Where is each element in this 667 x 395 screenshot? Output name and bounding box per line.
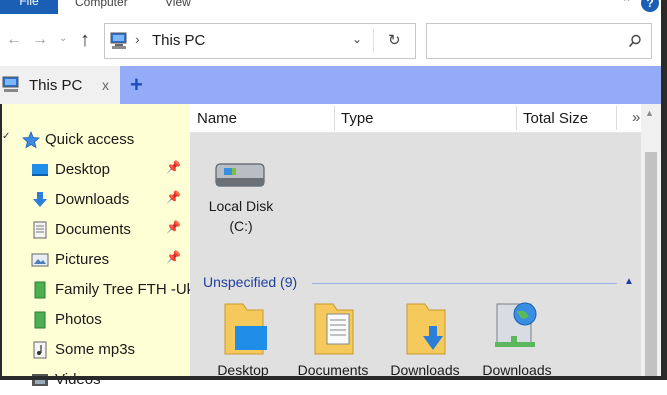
hard-drive-icon [215,163,265,187]
sidebar-item-label: Pictures [55,251,110,268]
column-divider[interactable] [334,106,335,130]
column-header-type[interactable]: Type [341,110,374,127]
sidebar-item-desktop[interactable]: Desktop 📌 [0,155,190,185]
group-header-unspecified[interactable]: Unspecified (9) [203,274,297,290]
sidebar-item-pictures[interactable]: Pictures 📌 [0,245,190,275]
sidebar-item-quick-access[interactable]: ✓ Quick access [0,125,190,155]
drive-label: Local Disk [208,198,274,214]
this-pc-icon [110,32,127,49]
sidebar-item-documents[interactable]: Documents 📌 [0,215,190,245]
pin-icon[interactable]: 📌 [166,190,181,204]
folder-item-downloads[interactable]: Downloads [387,298,463,378]
new-tab-button[interactable]: + [130,72,143,98]
network-folder-icon [495,302,537,347]
pin-icon[interactable]: 📌 [166,160,181,174]
group-divider [312,283,617,284]
ribbon-collapse-icon[interactable]: ⌃ [622,0,631,9]
breadcrumb-separator[interactable]: › [135,31,140,47]
search-input[interactable] [426,23,652,59]
pictures-icon [31,253,49,267]
refresh-icon[interactable]: ↻ [388,31,401,49]
green-folder-icon [34,311,46,329]
sidebar-item-photos[interactable]: Photos [0,305,190,335]
pin-icon[interactable]: 📌 [166,250,181,264]
sidebar-item-family-tree[interactable]: Family Tree FTH -Uk [0,275,194,305]
sidebar-item-label: Downloads [55,191,130,208]
downloads-arrow-icon [33,192,47,207]
sidebar-item-label: Some mp3s [55,341,136,358]
scrollbar-thumb[interactable] [645,152,657,376]
address-divider [373,29,374,53]
green-folder-icon [34,281,46,299]
column-header-row: Name Type Total Size » [190,104,641,133]
sidebar-item-label: Family Tree FTH -Uk [55,281,195,298]
address-bar[interactable]: › This PC ⌄ ↻ [104,23,416,59]
sidebar-item-label: Photos [55,311,102,328]
ribbon-tab-file[interactable]: File [0,0,58,14]
ribbon-tab-computer[interactable]: Computer [75,0,128,9]
tab-title: This PC [29,77,83,94]
sidebar-item-videos[interactable]: Videos [0,365,190,395]
search-icon [628,34,641,48]
pin-icon[interactable]: 📌 [166,220,181,234]
documents-icon [33,221,47,239]
sidebar-item-label: Quick access [45,131,135,148]
column-header-name[interactable]: Name [197,110,237,127]
tab-this-pc[interactable]: This PC x [0,66,120,104]
this-pc-icon [2,76,19,92]
scroll-up-icon[interactable]: ▲ [645,108,654,118]
column-divider[interactable] [616,106,617,130]
drive-letter: (C:) [229,218,253,234]
music-icon [33,341,47,359]
up-icon[interactable]: ↑ [80,29,90,52]
tab-close-icon[interactable]: x [102,77,109,93]
videos-icon [32,374,48,386]
folder-item-documents[interactable]: Documents [295,298,371,378]
ribbon-tab-view[interactable]: View [165,0,191,9]
forward-icon[interactable]: → [32,31,48,49]
window-border-bottom [0,376,667,380]
sidebar-item-label: Desktop [55,161,111,178]
sidebar-item-label: Documents [55,221,131,238]
recent-locations-icon[interactable]: ⌄ [59,33,67,44]
desktop-folder-icon [32,164,48,176]
desktop-folder-icon [224,303,267,355]
sidebar-item-downloads[interactable]: Downloads 📌 [0,185,190,215]
column-header-total-size[interactable]: Total Size [523,110,588,127]
folder-item-desktop[interactable]: Desktop [205,298,281,378]
star-icon [22,131,40,149]
window-border-right [661,0,667,380]
sidebar-item-some-mp3s[interactable]: Some mp3s [0,335,190,365]
drive-item-local-disk[interactable]: Local Disk (C:) [203,150,279,236]
column-divider[interactable] [516,106,517,130]
more-columns-icon[interactable]: » [632,109,640,126]
downloads-folder-icon [406,303,446,355]
address-dropdown-icon[interactable]: ⌄ [352,32,362,46]
expand-chevron-icon[interactable]: ✓ [2,131,10,142]
folder-item-downloads-network[interactable]: Downloads [479,298,555,378]
collapse-group-icon[interactable]: ▲ [624,276,634,287]
back-icon[interactable]: ← [6,31,22,49]
documents-folder-icon [314,303,354,355]
breadcrumb-this-pc[interactable]: This PC [152,32,205,49]
